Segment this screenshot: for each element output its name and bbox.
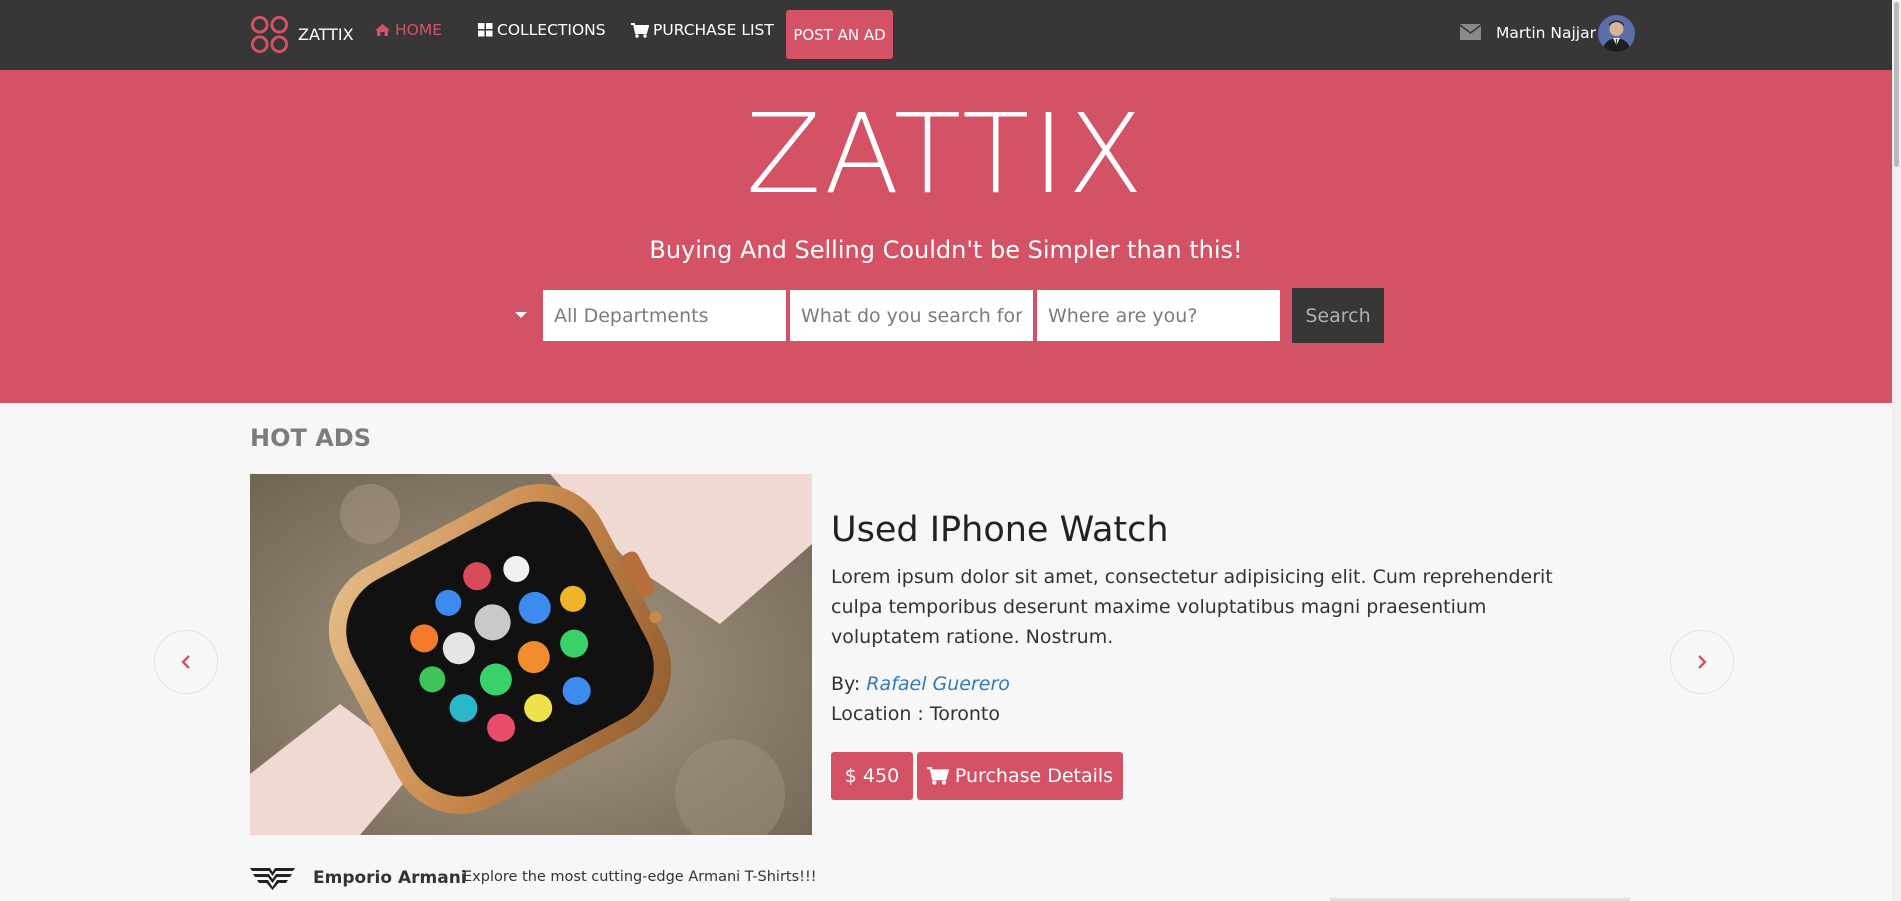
search-input[interactable] — [790, 290, 1033, 341]
carousel-prev-button[interactable] — [154, 630, 218, 694]
price-button[interactable]: $ 450 — [831, 752, 913, 800]
hero-title: ZATTIX — [745, 90, 1147, 218]
home-icon — [375, 24, 390, 36]
nav-collections-label: COLLECTIONS — [497, 21, 606, 39]
purchase-details-label: Purchase Details — [954, 765, 1114, 787]
brand-strip-text: Explore the most cutting-edge Armani T-S… — [463, 869, 817, 885]
seller-link[interactable]: Rafael Guerero — [866, 673, 1010, 695]
chevron-right-icon — [1698, 655, 1707, 669]
ad-title[interactable]: Used IPhone Watch — [831, 510, 1169, 550]
nav-home-label: HOME — [395, 21, 443, 39]
brand-name: ZATTIX — [298, 25, 354, 44]
ad-by-label: By: — [831, 673, 861, 695]
armani-eagle-icon — [250, 868, 295, 890]
brand-strip-name[interactable]: Emporio Armani — [313, 868, 467, 888]
search-button[interactable]: Search — [1292, 288, 1384, 343]
brand-link[interactable]: ZATTIX — [250, 15, 354, 54]
post-ad-button[interactable]: POST AN AD — [786, 10, 893, 59]
cart-icon — [927, 767, 949, 785]
hero-banner: ZATTIX Buying And Selling Couldn't be Si… — [0, 70, 1892, 403]
chevron-left-icon — [181, 655, 190, 669]
nav-purchase-list-label: PURCHASE LIST — [653, 21, 774, 39]
nav-purchase-list[interactable]: PURCHASE LIST — [631, 21, 774, 39]
grid-icon — [478, 23, 493, 37]
mail-icon[interactable] — [1460, 24, 1481, 40]
scrollbar-thumb[interactable] — [1894, 2, 1899, 167]
avatar-image — [1598, 15, 1635, 52]
avatar[interactable] — [1598, 15, 1635, 52]
nav-collections[interactable]: COLLECTIONS — [478, 21, 606, 39]
department-select[interactable] — [543, 290, 786, 341]
purchase-details-button[interactable]: Purchase Details — [917, 752, 1123, 800]
chevron-down-icon[interactable] — [514, 311, 528, 319]
carousel-next-button[interactable] — [1670, 630, 1734, 694]
location-input[interactable] — [1037, 290, 1280, 341]
ad-location: Location : Toronto — [831, 703, 1000, 725]
user-name[interactable]: Martin Najjar — [1496, 24, 1596, 42]
top-navbar: ZATTIX HOME COLLECTIONS PURCHASE LIST PO… — [0, 0, 1892, 70]
section-title: HOT ADS — [250, 424, 371, 452]
cart-icon — [631, 22, 649, 38]
nav-home[interactable]: HOME — [374, 21, 442, 39]
hero-tagline: Buying And Selling Couldn't be Simpler t… — [649, 236, 1243, 264]
ad-seller-line: By: Rafael Guerero — [831, 673, 1010, 695]
brand-logo-icon — [250, 15, 289, 54]
ad-description: Lorem ipsum dolor sit amet, consectetur … — [831, 566, 1553, 648]
watch-photo — [250, 474, 812, 835]
ad-image[interactable] — [250, 474, 812, 835]
